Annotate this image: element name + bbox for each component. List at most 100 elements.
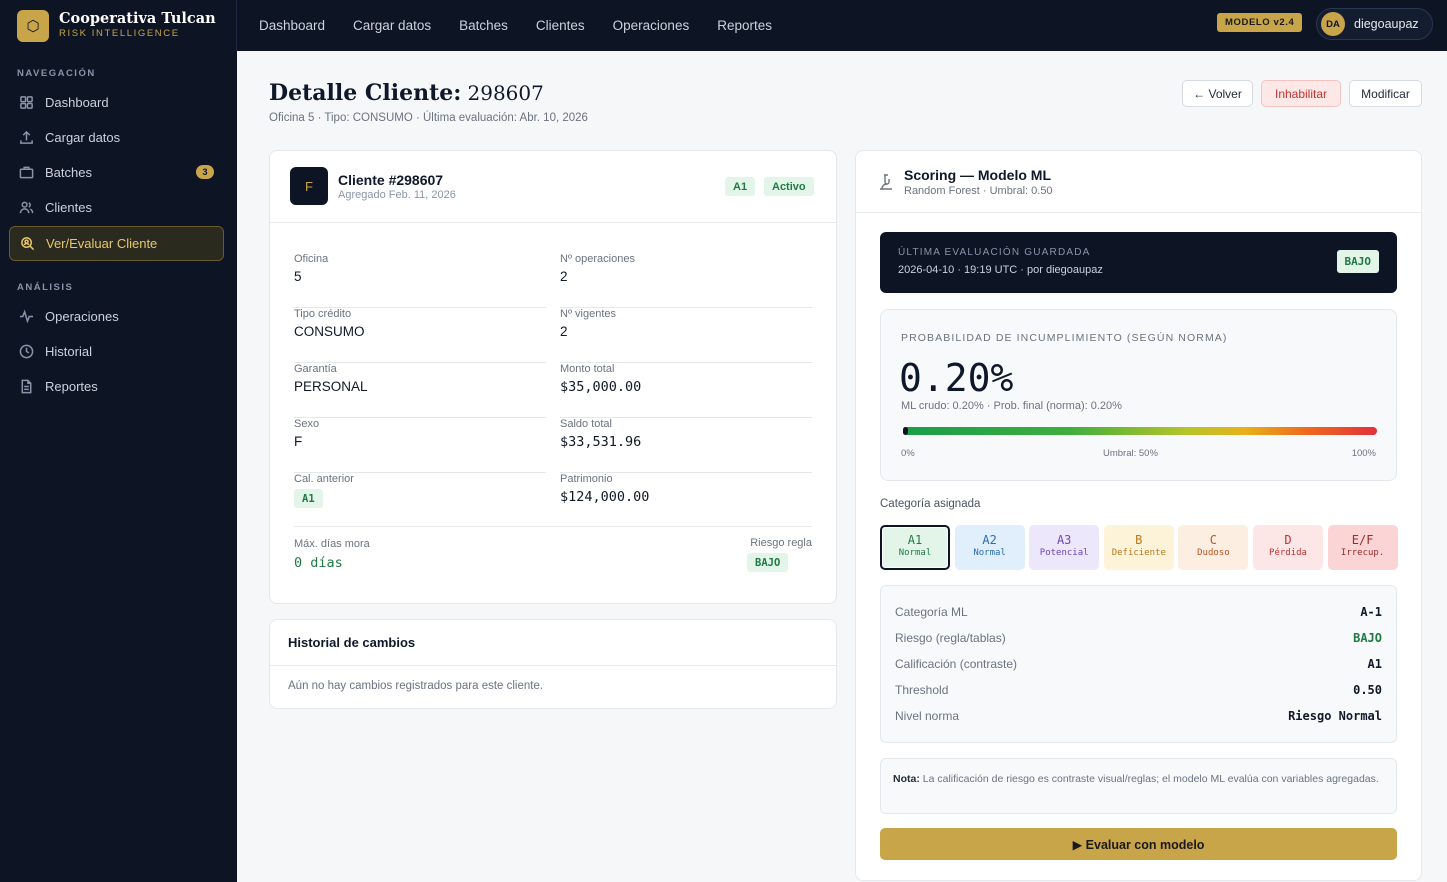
client-category-tag: A1: [725, 177, 756, 196]
probability-box: PROBABILIDAD DE INCUMPLIMIENTO (SEGÚN NO…: [880, 309, 1397, 481]
field-label: Monto total: [560, 363, 615, 375]
kv-row: Threshold 0.50: [895, 677, 1382, 703]
back-button[interactable]: ← Volver: [1182, 80, 1253, 107]
category-name: Normal: [973, 548, 1006, 558]
category-name: Normal: [898, 548, 932, 558]
kv-value: Riesgo Normal: [1288, 709, 1382, 723]
client-status-badge: Activo: [764, 177, 814, 196]
field-label: Saldo total: [560, 418, 612, 430]
topnav-dashboard[interactable]: Dashboard: [259, 18, 325, 33]
field-num-operaciones: Nº operaciones 2: [560, 253, 812, 308]
scoring-title: Scoring — Modelo ML: [904, 167, 1051, 183]
disable-button[interactable]: Inhabilitar: [1261, 80, 1341, 107]
category-option[interactable]: C Dudoso: [1178, 525, 1249, 570]
note-box: Nota: La calificación de riesgo es contr…: [880, 758, 1397, 814]
users-icon: [19, 201, 34, 214]
grid-icon: [20, 96, 33, 109]
history-title: Historial de cambios: [288, 635, 416, 650]
sidebar-section-analysis: ANÁLISIS: [17, 282, 74, 293]
category-code: A3: [1056, 533, 1072, 547]
activity-icon: [19, 309, 34, 324]
sidebar-item-dashboard[interactable]: Dashboard: [9, 85, 224, 120]
field-tipo-credito: Tipo crédito CONSUMO: [294, 308, 546, 363]
sidebar: NAVEGACIÓN Dashboard Cargar datos Batche…: [0, 51, 237, 882]
evaluate-model-button[interactable]: ▶ Evaluar con modelo: [880, 828, 1397, 860]
field-garantia: Garantía PERSONAL: [294, 363, 546, 418]
batches-count-badge: 3: [196, 165, 214, 179]
category-code: B: [1135, 533, 1143, 547]
kv-row: Categoría ML A-1: [895, 599, 1382, 625]
kv-value: A-1: [1360, 605, 1382, 619]
field-label: Sexo: [294, 418, 320, 430]
topnav-cargar-datos[interactable]: Cargar datos: [353, 18, 431, 33]
category-option[interactable]: A3 Potencial: [1029, 525, 1100, 570]
topnav-clientes[interactable]: Clientes: [536, 18, 585, 33]
topnav-reportes[interactable]: Reportes: [717, 18, 772, 33]
category-code: A1: [907, 533, 923, 547]
field-value: F: [294, 434, 303, 449]
modify-button[interactable]: Modificar: [1349, 80, 1422, 107]
user-menu[interactable]: DA diegoaupaz: [1316, 8, 1433, 40]
divider: [270, 222, 836, 223]
sidebar-item-cargar-datos[interactable]: Cargar datos: [9, 120, 224, 155]
briefcase-icon: [19, 166, 34, 179]
field-value: PERSONAL: [294, 379, 368, 394]
category-name: Pérdida: [1269, 548, 1307, 558]
kv-value: 0.50: [1353, 683, 1382, 697]
category-option[interactable]: A1 Normal: [880, 525, 950, 570]
category-option[interactable]: B Deficiente: [1103, 525, 1174, 570]
sidebar-item-batches[interactable]: Batches 3: [9, 155, 224, 190]
field-label: Tipo crédito: [294, 308, 352, 320]
client-avatar: F: [290, 167, 328, 205]
sidebar-item-reportes[interactable]: Reportes: [9, 369, 224, 404]
field-monto-total: Monto total $35,000.00: [560, 363, 812, 418]
topnav-batches[interactable]: Batches: [459, 18, 508, 33]
topnav-operaciones[interactable]: Operaciones: [613, 18, 690, 33]
sidebar-item-label: Historial: [45, 344, 92, 359]
brand-name: Cooperativa Tulcan: [59, 10, 216, 27]
last-evaluation-label: ÚLTIMA EVALUACIÓN GUARDADA: [898, 247, 1091, 258]
last-evaluation-detail: 2026-04-10 · 19:19 UTC · por diegoaupaz: [898, 264, 1103, 276]
field-value: 5: [294, 269, 302, 284]
category-option[interactable]: E/F Irrecup.: [1327, 525, 1398, 570]
divider: [294, 526, 812, 527]
brand-subtitle: RISK INTELLIGENCE: [59, 28, 180, 39]
brand[interactable]: ⬡ Cooperativa Tulcan RISK INTELLIGENCE: [0, 0, 237, 51]
category-option[interactable]: D Pérdida: [1253, 525, 1323, 570]
kv-row: Calificación (contraste) A1: [895, 651, 1382, 677]
kv-value: A1: [1367, 657, 1382, 671]
probability-gradient-bar: [903, 427, 1377, 435]
field-value: $124,000.00: [560, 489, 650, 505]
sidebar-section-navigation: NAVEGACIÓN: [17, 68, 96, 79]
client-added-date: Agregado Feb. 11, 2026: [338, 188, 456, 201]
max-mora-label: Máx. días mora: [294, 538, 370, 550]
sidebar-item-ver-evaluar-cliente[interactable]: Ver/Evaluar Cliente: [9, 226, 224, 261]
categories-label: Categoría asignada: [880, 498, 981, 510]
sidebar-item-label: Reportes: [45, 379, 98, 394]
category-code: D: [1284, 533, 1292, 547]
probability-label: PROBABILIDAD DE INCUMPLIMIENTO (SEGÚN NO…: [901, 332, 1228, 344]
category-name: Deficiente: [1111, 548, 1166, 558]
page-title-label: Detalle Cliente:: [269, 80, 462, 106]
category-code: A2: [982, 533, 997, 547]
scoring-card: Scoring — Modelo ML Random Forest · Umbr…: [855, 150, 1422, 881]
sidebar-item-label: Batches: [45, 165, 92, 180]
sidebar-item-clientes[interactable]: Clientes: [9, 190, 224, 225]
search-user-icon: [21, 237, 35, 251]
scoring-details: Categoría ML A-1 Riesgo (regla/tablas) B…: [880, 585, 1397, 743]
category-option[interactable]: A2 Normal: [954, 525, 1025, 570]
scale-max-label: 100%: [1351, 448, 1376, 459]
kv-row: Riesgo (regla/tablas) BAJO: [895, 625, 1382, 651]
page-title: Detalle Cliente: 298607: [269, 80, 544, 106]
category-name: Dudoso: [1197, 548, 1230, 558]
hexagon-icon: ⬡: [17, 9, 49, 42]
sidebar-item-operaciones[interactable]: Operaciones: [9, 299, 224, 334]
user-name: diegoaupaz: [1354, 17, 1419, 31]
field-value: 2: [560, 269, 568, 284]
kv-row: Nivel norma Riesgo Normal: [895, 703, 1382, 729]
sidebar-item-label: Clientes: [45, 200, 92, 215]
sidebar-item-historial[interactable]: Historial: [9, 334, 224, 369]
file-icon: [21, 379, 32, 394]
field-num-vigentes: Nº vigentes 2: [560, 308, 812, 363]
field-label: Nº vigentes: [560, 308, 616, 320]
